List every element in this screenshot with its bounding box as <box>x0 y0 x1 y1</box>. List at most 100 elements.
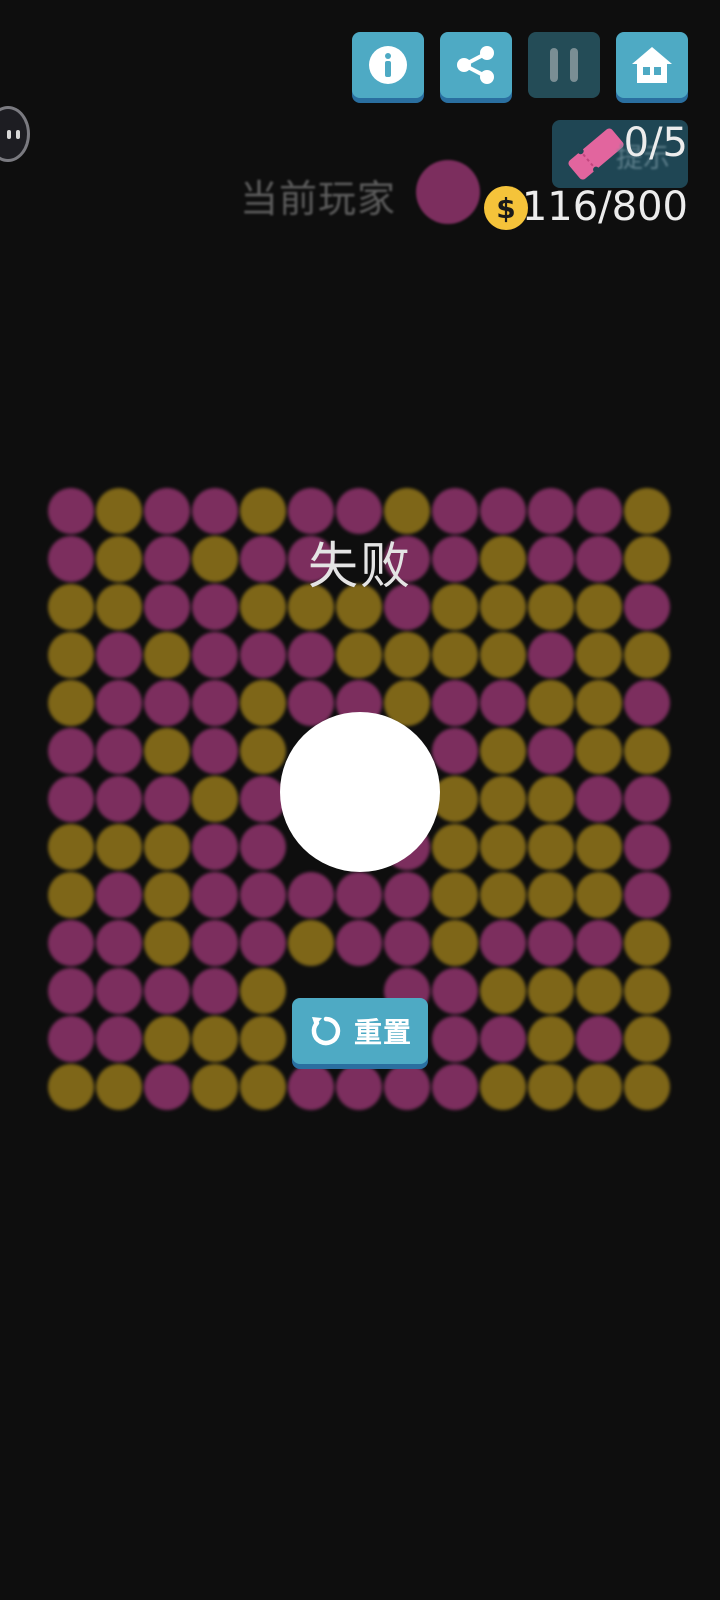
board-disc[interactable] <box>48 824 94 870</box>
board-disc[interactable] <box>144 968 190 1014</box>
board-disc[interactable] <box>384 920 430 966</box>
board-disc[interactable] <box>432 968 478 1014</box>
board-disc[interactable] <box>240 872 286 918</box>
board-disc[interactable] <box>240 920 286 966</box>
board-disc[interactable] <box>480 728 526 774</box>
board-disc[interactable] <box>192 872 238 918</box>
board-disc[interactable] <box>336 872 382 918</box>
board-disc[interactable] <box>480 776 526 822</box>
board-disc[interactable] <box>624 920 670 966</box>
side-menu-handle[interactable] <box>0 106 30 162</box>
board-disc[interactable] <box>48 728 94 774</box>
board-disc[interactable] <box>96 632 142 678</box>
board-disc[interactable] <box>144 1064 190 1110</box>
board-disc[interactable] <box>240 1016 286 1062</box>
board-disc[interactable] <box>624 968 670 1014</box>
board-disc[interactable] <box>576 920 622 966</box>
board-disc[interactable] <box>192 632 238 678</box>
pause-button[interactable] <box>528 32 600 98</box>
board-disc[interactable] <box>192 824 238 870</box>
board-disc[interactable] <box>192 680 238 726</box>
board-disc[interactable] <box>624 680 670 726</box>
board-disc[interactable] <box>96 1064 142 1110</box>
board-disc[interactable] <box>96 1016 142 1062</box>
board-disc[interactable] <box>480 920 526 966</box>
board-disc[interactable] <box>336 920 382 966</box>
board-disc[interactable] <box>288 872 334 918</box>
board-disc[interactable] <box>480 872 526 918</box>
board-disc[interactable] <box>96 920 142 966</box>
board-disc[interactable] <box>480 1016 526 1062</box>
board-disc[interactable] <box>528 776 574 822</box>
board-disc[interactable] <box>240 632 286 678</box>
board-disc[interactable] <box>240 680 286 726</box>
board-disc[interactable] <box>624 728 670 774</box>
board-disc[interactable] <box>192 920 238 966</box>
board-disc[interactable] <box>96 872 142 918</box>
board-disc[interactable] <box>48 920 94 966</box>
board-disc[interactable] <box>624 1016 670 1062</box>
board-disc[interactable] <box>432 1064 478 1110</box>
board-disc[interactable] <box>480 968 526 1014</box>
board-disc[interactable] <box>624 872 670 918</box>
board-disc[interactable] <box>432 728 478 774</box>
board-disc[interactable] <box>528 680 574 726</box>
board-disc[interactable] <box>192 1016 238 1062</box>
board-disc[interactable] <box>48 776 94 822</box>
board-disc[interactable] <box>432 1016 478 1062</box>
board-disc[interactable] <box>576 968 622 1014</box>
board-disc[interactable] <box>384 632 430 678</box>
board-disc[interactable] <box>576 728 622 774</box>
board-disc[interactable] <box>480 680 526 726</box>
board-disc[interactable] <box>96 824 142 870</box>
board-disc[interactable] <box>288 632 334 678</box>
board-disc[interactable] <box>144 728 190 774</box>
board-disc[interactable] <box>96 728 142 774</box>
board-disc[interactable] <box>96 776 142 822</box>
info-button[interactable] <box>352 32 424 98</box>
board-disc[interactable] <box>192 968 238 1014</box>
board-disc[interactable] <box>240 728 286 774</box>
home-button[interactable] <box>616 32 688 98</box>
board-disc[interactable] <box>432 680 478 726</box>
board-disc[interactable] <box>288 920 334 966</box>
board-disc[interactable] <box>48 680 94 726</box>
board-disc[interactable] <box>432 632 478 678</box>
board-disc[interactable] <box>528 824 574 870</box>
board-disc[interactable] <box>480 632 526 678</box>
board-disc[interactable] <box>48 872 94 918</box>
board-disc[interactable] <box>432 872 478 918</box>
board-disc[interactable] <box>528 728 574 774</box>
board-disc[interactable] <box>432 824 478 870</box>
board-disc[interactable] <box>336 1064 382 1110</box>
board-disc[interactable] <box>288 1064 334 1110</box>
board-disc[interactable] <box>576 680 622 726</box>
board-disc[interactable] <box>432 920 478 966</box>
board-disc[interactable] <box>240 1064 286 1110</box>
board-disc[interactable] <box>528 968 574 1014</box>
board-disc[interactable] <box>240 776 286 822</box>
board-disc[interactable] <box>240 968 286 1014</box>
board-disc[interactable] <box>144 824 190 870</box>
board-disc[interactable] <box>576 1016 622 1062</box>
board-disc[interactable] <box>384 1064 430 1110</box>
board-disc[interactable] <box>576 872 622 918</box>
board-disc[interactable] <box>144 872 190 918</box>
board-disc[interactable] <box>144 776 190 822</box>
board-disc[interactable] <box>624 824 670 870</box>
board-disc[interactable] <box>576 1064 622 1110</box>
board-disc[interactable] <box>624 632 670 678</box>
board-disc[interactable] <box>144 632 190 678</box>
board-disc[interactable] <box>576 824 622 870</box>
board-disc[interactable] <box>48 1064 94 1110</box>
board-disc[interactable] <box>240 824 286 870</box>
board-disc[interactable] <box>480 1064 526 1110</box>
board-disc[interactable] <box>96 680 142 726</box>
share-button[interactable] <box>440 32 512 98</box>
board-disc[interactable] <box>96 968 142 1014</box>
board-disc[interactable] <box>192 728 238 774</box>
board-disc[interactable] <box>48 968 94 1014</box>
board-disc[interactable] <box>144 1016 190 1062</box>
board-disc[interactable] <box>336 632 382 678</box>
board-disc[interactable] <box>576 776 622 822</box>
